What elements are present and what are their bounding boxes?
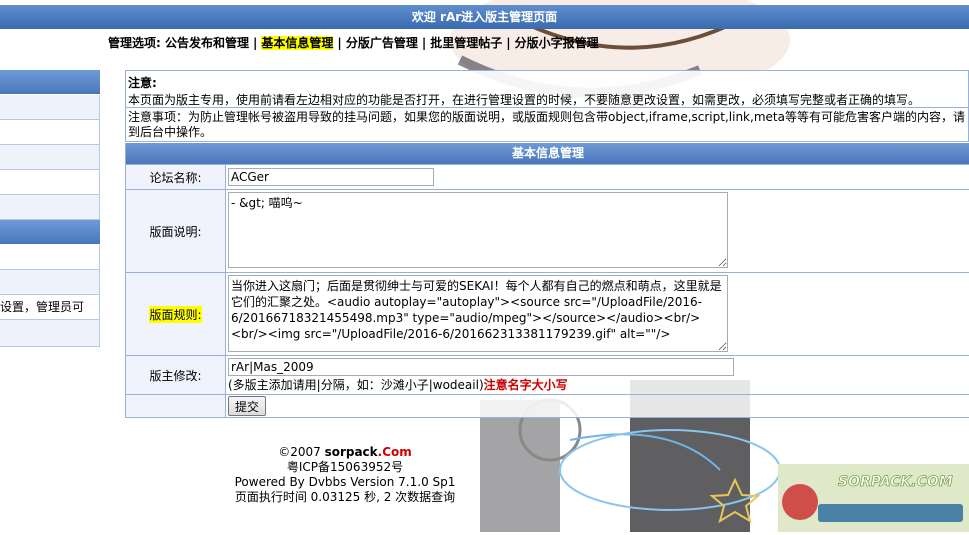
notice-warning: 注意事项：为防止管理帐号被盗用导致的挂马问题，如果您的版面说明，或版面规则包含带… — [125, 108, 969, 142]
nav-separator: | — [253, 36, 258, 50]
execution-time: 页面执行时间 0.03125 秒, 2 次数据查询 — [234, 490, 456, 504]
page-title: 欢迎 rAr进入版主管理页面 — [411, 10, 558, 24]
forum-rules-label-cell: 版面规则: — [126, 273, 226, 355]
admin-nav: 管理选项: 公告发布和管理 | 基本信息管理 | 分版广告管理 | 批里管理帖子 | 分版小字报… — [108, 34, 599, 52]
sidebar-item — [0, 320, 100, 347]
sidebar-item[interactable] — [0, 270, 100, 295]
forum-rules-textarea[interactable]: 当你进入这扇门；后面是贯彻绅士与可爱的SEKAI！每个人都有自己的燃点和萌点，这… — [228, 275, 728, 352]
sidebar-item[interactable] — [0, 120, 100, 145]
basic-info-form: 基本信息管理 论坛名称: 版面说明: - &gt; 喵呜~ 版面规则: 当你进入… — [125, 143, 969, 418]
submit-label-cell — [126, 395, 226, 417]
forum-rules-row: 版面规则: 当你进入这扇门；后面是贯彻绅士与可爱的SEKAI！每个人都有自己的燃… — [126, 272, 969, 355]
forum-rules-label: 版面规则: — [149, 305, 202, 323]
forum-desc-textarea[interactable]: - &gt; 喵呜~ — [228, 192, 728, 268]
nav-item-basic-info[interactable]: 基本信息管理 — [261, 36, 334, 50]
submit-row: 提交 — [126, 394, 969, 417]
sidebar-item[interactable] — [0, 145, 100, 170]
moderators-hint: (多版主添加请用|分隔，如：沙滩小子|wodeail)注意名字大小写 — [228, 376, 968, 393]
sidebar-text: 设置，管理员可 — [0, 295, 100, 320]
copyright-line: ©2007 sorpack.Com — [225, 445, 465, 460]
moderators-label: 版主修改: — [126, 356, 226, 394]
copyright-prefix: ©2007 — [278, 445, 325, 459]
page-footer: ©2007 sorpack.Com 粤ICP备15063952号 Powered… — [225, 445, 465, 505]
sidebar-header — [0, 70, 100, 95]
footer-brand: sorpack — [324, 445, 378, 459]
forum-desc-label: 版面说明: — [126, 190, 226, 272]
notice-text: 本页面为版主专用，使用前请看左边相对应的功能是否打开，在进行管理设置的时候，不要… — [128, 93, 921, 107]
nav-separator: | — [337, 36, 342, 50]
moderators-input[interactable] — [228, 358, 734, 376]
sidebar: 设置，管理员可 — [0, 70, 100, 347]
nav-separator: | — [506, 36, 511, 50]
notice-box: 注意: 本页面为版主专用，使用前请看左边相对应的功能是否打开，在进行管理设置的时… — [125, 70, 969, 108]
logo-text: SORPACK.COM — [838, 474, 953, 490]
notice-title: 注意: — [128, 76, 157, 90]
forum-name-row: 论坛名称: — [126, 164, 969, 189]
nav-prefix: 管理选项: — [108, 36, 161, 50]
sidebar-item[interactable] — [0, 95, 100, 120]
form-heading: 基本信息管理 — [126, 143, 969, 164]
sorpack-logo-icon: SORPACK.COM — [778, 464, 969, 532]
footer-brand-suffix: .Com — [377, 445, 412, 459]
forum-name-input[interactable] — [228, 168, 434, 186]
icp-record[interactable]: 粤ICP备15063952号 — [225, 460, 465, 475]
powered-by: Powered By Dvbbs Version 7.1.0 Sp1 — [234, 475, 456, 489]
nav-item-announcements[interactable]: 公告发布和管理 — [165, 36, 249, 50]
moderators-row: 版主修改: (多版主添加请用|分隔，如：沙滩小子|wodeail)注意名字大小写 — [126, 355, 969, 394]
nav-item-small-posters[interactable]: 分版小字报管理 — [515, 36, 599, 50]
sidebar-item[interactable] — [0, 170, 100, 195]
notice-warning-text: 注意事项：为防止管理帐号被盗用导致的挂马问题，如果您的版面说明，或版面规则包含带… — [128, 110, 965, 139]
site-logo: SORPACK.COM — [778, 464, 969, 532]
page-header: 欢迎 rAr进入版主管理页面 — [0, 5, 969, 29]
submit-button[interactable]: 提交 — [228, 396, 267, 416]
nav-separator: | — [421, 36, 427, 50]
moderators-hint-warning: 注意名字大小写 — [483, 378, 568, 392]
forum-name-label: 论坛名称: — [126, 165, 226, 189]
sidebar-item[interactable] — [0, 245, 100, 270]
moderators-hint-text: (多版主添加请用|分隔，如：沙滩小子|wodeail) — [228, 378, 484, 392]
forum-desc-row: 版面说明: - &gt; 喵呜~ — [126, 189, 969, 272]
nav-item-batch-posts[interactable]: 批里管理帖子 — [430, 36, 502, 50]
sidebar-item[interactable] — [0, 195, 100, 220]
nav-item-ads[interactable]: 分版广告管理 — [346, 36, 418, 50]
sidebar-header — [0, 220, 100, 245]
